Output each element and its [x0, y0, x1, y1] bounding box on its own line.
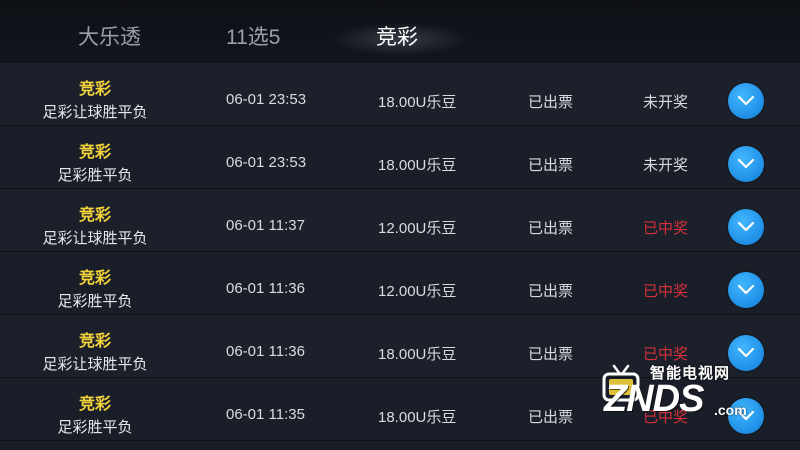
prize-status: 未开奖 [643, 94, 689, 111]
ticket-status: 已出票 [528, 94, 574, 111]
chevron-down-icon [737, 95, 755, 106]
bet-time: 06-01 11:35 [226, 406, 305, 423]
bet-amount: 18.00U乐豆 [378, 157, 457, 174]
bet-time: 06-01 11:36 [226, 280, 305, 297]
expand-details-button[interactable] [728, 146, 764, 182]
expand-details-button[interactable] [728, 209, 764, 245]
bet-record-row[interactable]: 竞彩 足彩胜平负 06-01 23:53 18.00U乐豆 已出票 未开奖 [0, 126, 800, 189]
bet-amount: 18.00U乐豆 [378, 346, 457, 363]
prize-status: 未开奖 [643, 157, 689, 174]
tab-jingcai[interactable]: 竞彩 [376, 0, 418, 63]
bet-record-row[interactable]: 竞彩 足彩胜平负 06-01 11:36 12.00U乐豆 已出票 已中奖 [0, 252, 800, 315]
lottery-name: 竞彩 [78, 396, 111, 413]
ticket-status: 已出票 [528, 346, 574, 363]
prize-status: 已中奖 [643, 346, 689, 363]
ticket-status: 已出票 [528, 157, 574, 174]
play-type: 足彩让球胜平负 [42, 104, 148, 121]
lottery-name: 竞彩 [78, 144, 111, 161]
chevron-down-icon [737, 347, 755, 358]
bet-amount: 18.00U乐豆 [378, 409, 457, 426]
chevron-down-icon [737, 284, 755, 295]
expand-details-button[interactable] [728, 272, 764, 308]
play-type: 足彩胜平负 [57, 167, 133, 184]
prize-status: 已中奖 [643, 409, 689, 426]
tab-11-choose-5[interactable]: 11选5 [226, 0, 280, 63]
bet-amount: 12.00U乐豆 [378, 220, 457, 237]
bet-time: 06-01 11:37 [226, 217, 305, 234]
lottery-name: 竞彩 [78, 270, 111, 287]
chevron-down-icon [737, 158, 755, 169]
lottery-name: 竞彩 [78, 333, 111, 350]
bet-record-row[interactable]: 竞彩 足彩胜平负 06-01 11:35 18.00U乐豆 已出票 已中奖 [0, 378, 800, 441]
bet-time: 06-01 23:53 [226, 91, 307, 108]
bet-record-row[interactable]: 竞彩 足彩让球胜平负 06-01 11:37 12.00U乐豆 已出票 已中奖 [0, 189, 800, 252]
bet-record-list: 竞彩 足彩让球胜平负 06-01 23:53 18.00U乐豆 已出票 未开奖 … [0, 63, 800, 441]
bet-amount: 12.00U乐豆 [378, 283, 457, 300]
ticket-status: 已出票 [528, 409, 574, 426]
chevron-down-icon [737, 221, 755, 232]
bet-amount: 18.00U乐豆 [378, 94, 457, 111]
expand-details-button[interactable] [728, 398, 764, 434]
chevron-down-icon [737, 410, 755, 421]
play-type: 足彩胜平负 [57, 293, 133, 310]
expand-details-button[interactable] [728, 335, 764, 371]
lottery-name: 竞彩 [78, 81, 111, 98]
expand-details-button[interactable] [728, 83, 764, 119]
bet-time: 06-01 11:36 [226, 343, 305, 360]
tab-daletou[interactable]: 大乐透 [78, 0, 141, 63]
play-type: 足彩让球胜平负 [42, 356, 148, 373]
bet-record-row[interactable]: 竞彩 足彩让球胜平负 06-01 23:53 18.00U乐豆 已出票 未开奖 [0, 63, 800, 126]
ticket-status: 已出票 [528, 283, 574, 300]
lottery-name: 竞彩 [78, 207, 111, 224]
bet-record-row[interactable]: 竞彩 足彩让球胜平负 06-01 11:36 18.00U乐豆 已出票 已中奖 [0, 315, 800, 378]
play-type: 足彩胜平负 [57, 419, 133, 436]
bet-time: 06-01 23:53 [226, 154, 307, 171]
ticket-status: 已出票 [528, 220, 574, 237]
prize-status: 已中奖 [643, 283, 689, 300]
play-type: 足彩让球胜平负 [42, 230, 148, 247]
lottery-records-screen: 大乐透 11选5 竞彩 竞彩 足彩让球胜平负 06-01 23:53 18.00… [0, 0, 800, 450]
lottery-tab-bar: 大乐透 11选5 竞彩 [0, 0, 800, 63]
prize-status: 已中奖 [643, 220, 689, 237]
